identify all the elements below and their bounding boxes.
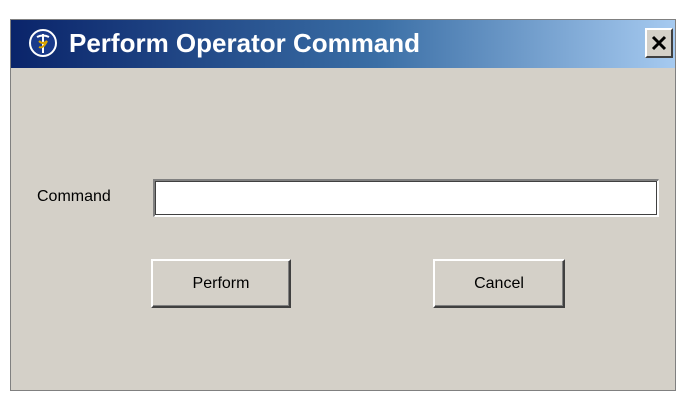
- perform-operator-command-dialog: Perform Operator Command Command Perform…: [10, 19, 676, 391]
- command-label: Command: [37, 188, 111, 205]
- title-bar[interactable]: Perform Operator Command: [11, 20, 675, 68]
- dialog-title: Perform Operator Command: [69, 28, 421, 58]
- close-icon: [651, 35, 667, 51]
- cancel-button[interactable]: Cancel: [433, 259, 565, 308]
- close-button[interactable]: [645, 28, 673, 58]
- medical-caduceus-icon: [28, 28, 58, 58]
- command-input[interactable]: [153, 179, 659, 217]
- perform-button[interactable]: Perform: [151, 259, 291, 308]
